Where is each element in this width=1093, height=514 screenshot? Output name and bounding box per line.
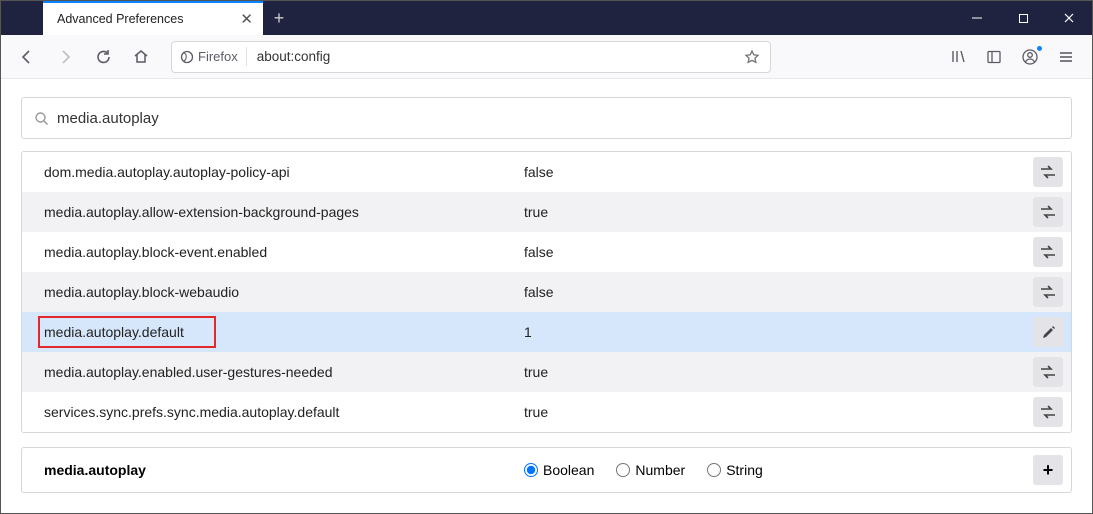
app-menu-button[interactable] [1050, 41, 1082, 73]
browser-tab[interactable]: Advanced Preferences ✕ [43, 1, 263, 35]
url-bar[interactable]: Firefox about:config [171, 41, 771, 73]
pref-value: false [524, 164, 1033, 180]
url-text[interactable]: about:config [253, 49, 734, 64]
window-controls [954, 1, 1092, 35]
pref-row[interactable]: media.autoplay.block-event.enabledfalse [22, 232, 1071, 272]
search-icon [34, 111, 49, 126]
preferences-table: dom.media.autoplay.autoplay-policy-apifa… [21, 151, 1072, 433]
pref-value: false [524, 244, 1033, 260]
toggle-icon [1039, 285, 1057, 299]
pref-row[interactable]: media.autoplay.allow-extension-backgroun… [22, 192, 1071, 232]
firefox-icon [180, 50, 194, 64]
toggle-icon [1039, 165, 1057, 179]
new-pref-type-group: Boolean Number String [524, 462, 1033, 478]
pref-name: services.sync.prefs.sync.media.autoplay.… [44, 404, 524, 420]
toggle-icon [1039, 405, 1057, 419]
toggle-icon [1039, 205, 1057, 219]
toggle-pref-button[interactable] [1033, 197, 1063, 227]
reload-button[interactable] [87, 41, 119, 73]
content-area: dom.media.autoplay.autoplay-policy-apifa… [1, 79, 1092, 513]
toggle-pref-button[interactable] [1033, 397, 1063, 427]
home-button[interactable] [125, 41, 157, 73]
pref-name: media.autoplay.enabled.user-gestures-nee… [44, 364, 524, 380]
type-string-radio[interactable]: String [707, 462, 763, 478]
profile-button[interactable] [1014, 41, 1046, 73]
new-tab-button[interactable]: + [263, 1, 295, 35]
pref-search-input[interactable] [57, 110, 1059, 127]
toggle-pref-button[interactable] [1033, 357, 1063, 387]
pref-row[interactable]: services.sync.prefs.sync.media.autoplay.… [22, 392, 1071, 432]
maximize-button[interactable] [1000, 1, 1046, 35]
pref-name: dom.media.autoplay.autoplay-policy-api [44, 164, 524, 180]
sidebar-button[interactable] [978, 41, 1010, 73]
minimize-button[interactable] [954, 1, 1000, 35]
edit-pref-button[interactable] [1033, 317, 1063, 347]
pref-value: false [524, 284, 1033, 300]
pref-row[interactable]: media.autoplay.enabled.user-gestures-nee… [22, 352, 1071, 392]
pref-value: true [524, 404, 1033, 420]
close-tab-icon[interactable]: ✕ [240, 10, 253, 28]
navigation-toolbar: Firefox about:config [1, 35, 1092, 79]
pref-name: media.autoplay.default [44, 324, 524, 340]
close-window-button[interactable] [1046, 1, 1092, 35]
pref-search-row [21, 97, 1072, 139]
back-button[interactable] [11, 41, 43, 73]
new-preference-row: media.autoplay Boolean Number String + [21, 447, 1072, 493]
toggle-icon [1039, 365, 1057, 379]
pref-row[interactable]: media.autoplay.default1 [22, 312, 1071, 352]
add-pref-button[interactable]: + [1033, 455, 1063, 485]
edit-icon [1041, 325, 1056, 340]
pref-row[interactable]: media.autoplay.block-webaudiofalse [22, 272, 1071, 312]
type-boolean-radio[interactable]: Boolean [524, 462, 594, 478]
library-button[interactable] [942, 41, 974, 73]
pref-name: media.autoplay.allow-extension-backgroun… [44, 204, 524, 220]
bookmark-star-icon[interactable] [740, 45, 764, 69]
new-pref-name: media.autoplay [44, 462, 524, 478]
toggle-pref-button[interactable] [1033, 277, 1063, 307]
pref-row[interactable]: dom.media.autoplay.autoplay-policy-apifa… [22, 152, 1071, 192]
titlebar: Advanced Preferences ✕ + [1, 1, 1092, 35]
identity-label: Firefox [198, 49, 238, 64]
tab-title: Advanced Preferences [57, 12, 232, 26]
pref-value: 1 [524, 324, 1033, 340]
pref-value: true [524, 364, 1033, 380]
toggle-pref-button[interactable] [1033, 157, 1063, 187]
type-number-radio[interactable]: Number [616, 462, 685, 478]
pref-name: media.autoplay.block-webaudio [44, 284, 524, 300]
forward-button[interactable] [49, 41, 81, 73]
toggle-icon [1039, 245, 1057, 259]
toggle-pref-button[interactable] [1033, 237, 1063, 267]
pref-value: true [524, 204, 1033, 220]
identity-box[interactable]: Firefox [178, 47, 247, 66]
notification-dot-icon [1036, 45, 1043, 52]
pref-name: media.autoplay.block-event.enabled [44, 244, 524, 260]
